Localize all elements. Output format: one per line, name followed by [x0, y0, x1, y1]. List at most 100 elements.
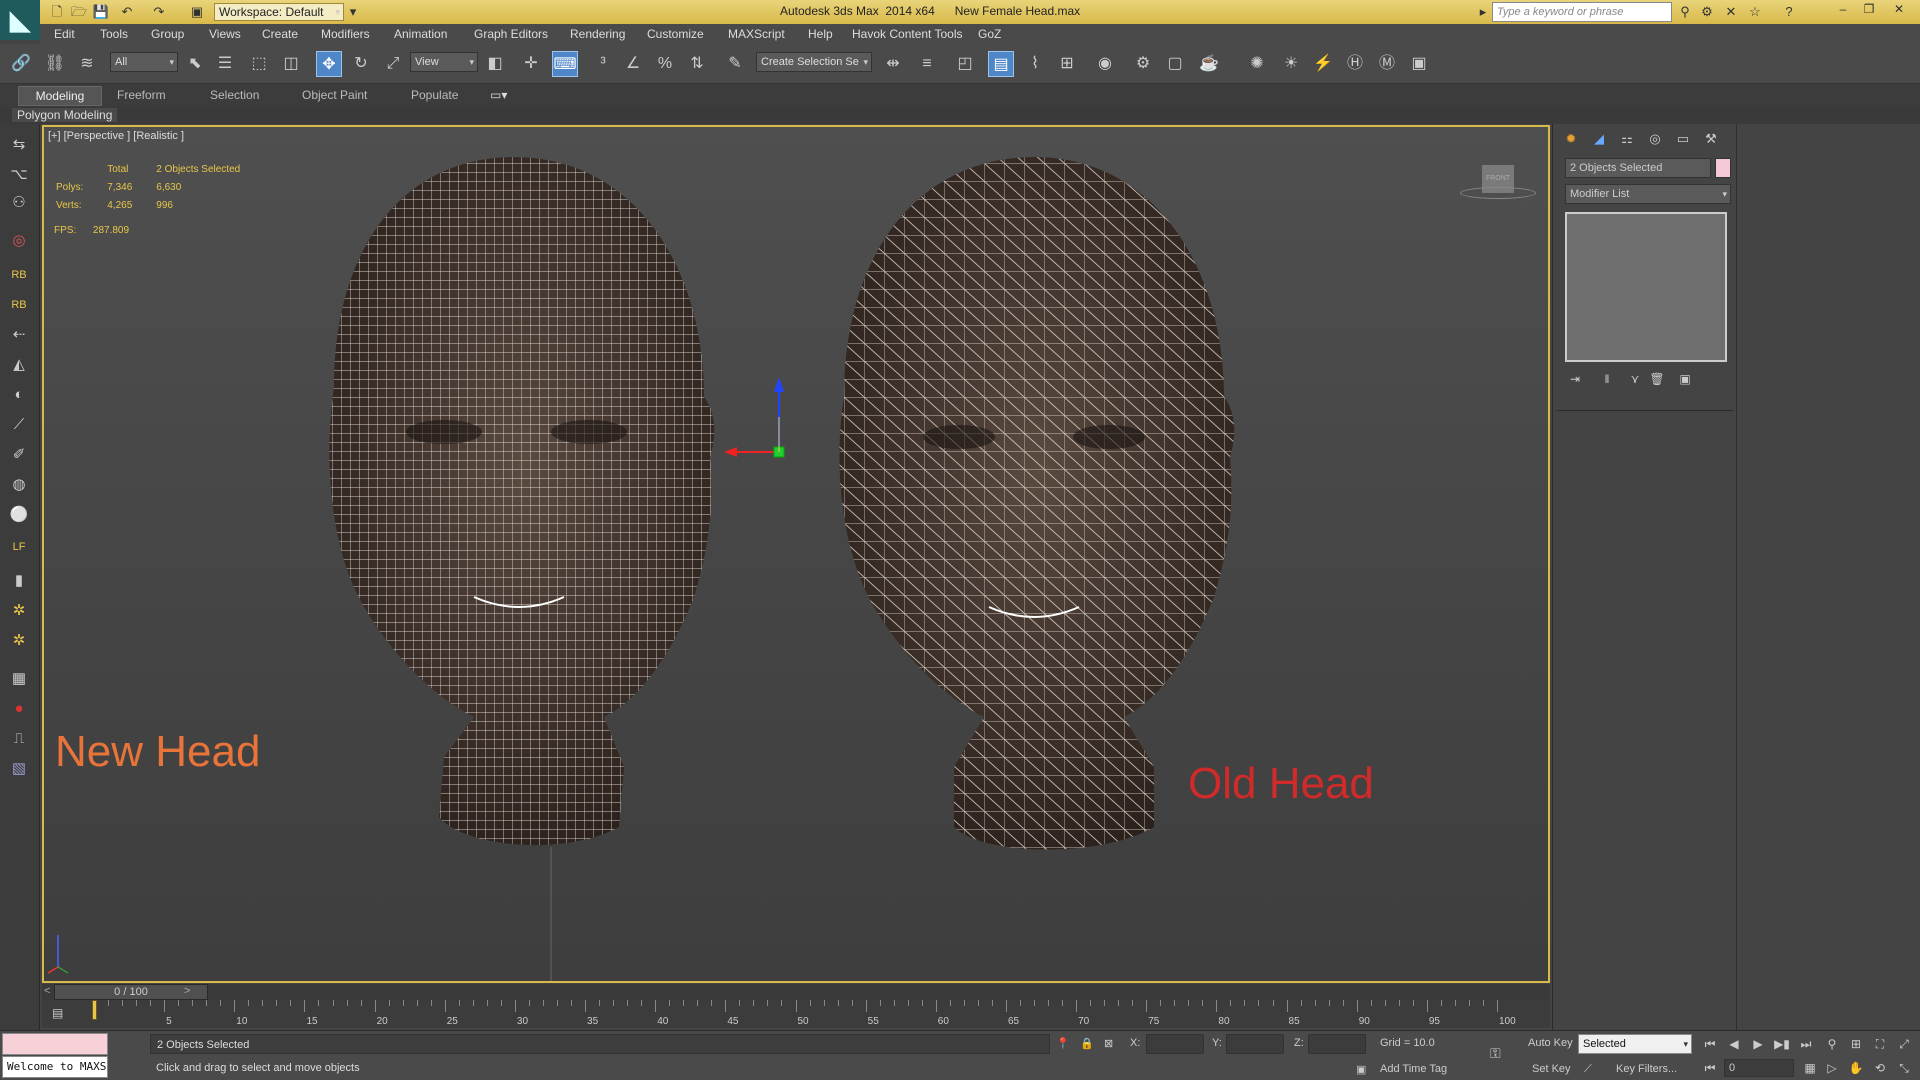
hierarchy-tab-icon[interactable]: ⚏: [1615, 128, 1639, 150]
angle-snap-icon[interactable]: ∠: [620, 51, 646, 77]
cloth-icon[interactable]: ◭: [6, 352, 32, 378]
havok-icon-4[interactable]: Ⓜ: [1374, 51, 1400, 77]
modify-tab-icon[interactable]: ◢: [1587, 128, 1611, 150]
ribbon-options-icon[interactable]: ▭▾: [490, 88, 507, 102]
select-link-icon[interactable]: ⇆: [6, 132, 32, 158]
motion-tab-icon[interactable]: ◎: [1643, 128, 1667, 150]
key-filter-curve-icon[interactable]: ⟋: [1584, 1063, 1592, 1076]
track-bar[interactable]: ▤ 5 10 15 20 25 30 35 40 45 50 55 60 65 70 75 80 85 90 95 1…: [42, 1000, 1550, 1028]
rope-icon[interactable]: ⟋: [6, 412, 32, 438]
isolate-selection-icon[interactable]: 📍: [1056, 1037, 1070, 1050]
time-tag-icon[interactable]: ▣: [1356, 1063, 1366, 1076]
tab-object-paint[interactable]: Object Paint: [302, 88, 367, 102]
link-icon[interactable]: 🔗: [8, 51, 34, 77]
manipulate-icon[interactable]: ✛: [518, 51, 544, 77]
zoom-all-icon[interactable]: ⊞: [1846, 1035, 1866, 1053]
motor-icon[interactable]: ▮: [6, 568, 32, 594]
select-by-name-icon[interactable]: ☰: [212, 51, 238, 77]
time-slider-prev-icon[interactable]: <: [44, 985, 50, 997]
set-key-icon[interactable]: ⚿: [1490, 1045, 1501, 1062]
menu-edit[interactable]: Edit: [54, 27, 75, 41]
maxscript-listener-input[interactable]: [2, 1033, 108, 1055]
deforming-mesh-icon[interactable]: ✐: [6, 442, 32, 468]
curve-editor-icon[interactable]: ⌇: [1022, 51, 1048, 77]
reactor-icon[interactable]: ◎: [6, 228, 32, 254]
mirror-icon[interactable]: ⇹: [880, 51, 906, 77]
app-logo-icon[interactable]: ◣: [0, 0, 40, 40]
modifier-stack[interactable]: [1565, 212, 1727, 362]
menu-views[interactable]: Views: [209, 27, 241, 41]
reference-coordinate-dropdown[interactable]: View ▾: [410, 52, 478, 72]
menu-help[interactable]: Help: [808, 27, 833, 41]
window-crossing-icon[interactable]: ◫: [278, 51, 304, 77]
menu-havok-content-tools[interactable]: Havok Content Tools: [852, 27, 963, 41]
tab-freeform[interactable]: Freeform: [117, 88, 166, 102]
utility-icon[interactable]: ▧: [6, 756, 32, 782]
viewcube-compass[interactable]: [1460, 187, 1536, 199]
key-mode-toggle-icon[interactable]: ⏮: [1700, 1059, 1720, 1077]
make-unique-icon[interactable]: ⋎: [1625, 370, 1645, 388]
rigid-body-icon[interactable]: RB: [6, 262, 32, 288]
schematic-view-icon[interactable]: ⊞: [1054, 51, 1080, 77]
selection-lock-icon[interactable]: 🔒: [1080, 1037, 1094, 1050]
analyze-world-icon[interactable]: ●: [6, 696, 32, 722]
menu-animation[interactable]: Animation: [394, 27, 447, 41]
havok-icon-2[interactable]: ⚡: [1310, 51, 1336, 77]
layer-explorer-icon[interactable]: ◰: [952, 51, 978, 77]
display-tab-icon[interactable]: ▭: [1671, 128, 1695, 150]
rectangular-selection-icon[interactable]: ⬚: [246, 51, 272, 77]
current-frame-field[interactable]: 0: [1724, 1059, 1794, 1077]
select-and-scale-icon[interactable]: ⤢: [380, 51, 406, 77]
previous-frame-icon[interactable]: ◀: [1724, 1035, 1744, 1053]
pivot-center-icon[interactable]: ◧: [482, 51, 508, 77]
redo-icon[interactable]: ↷: [150, 3, 168, 21]
show-end-result-icon[interactable]: ‖: [1597, 370, 1617, 388]
selection-filter-dropdown[interactable]: All ▾: [110, 52, 178, 72]
menu-create[interactable]: Create: [262, 27, 298, 41]
maxscript-output[interactable]: Welcome to MAXScrip: [2, 1056, 108, 1078]
search-input[interactable]: Type a keyword or phrase: [1492, 2, 1672, 22]
select-object-icon[interactable]: ⬉: [182, 51, 208, 77]
tab-selection[interactable]: Selection: [210, 88, 259, 102]
plane-icon[interactable]: ◍: [6, 472, 32, 498]
x-coord-field[interactable]: [1146, 1034, 1204, 1054]
y-coord-field[interactable]: [1226, 1034, 1284, 1054]
expand-icon[interactable]: ▸: [1474, 3, 1492, 21]
time-config-icon[interactable]: ▦: [1800, 1059, 1820, 1077]
save-icon[interactable]: 💾: [92, 3, 110, 21]
linear-force-icon[interactable]: LF: [6, 534, 32, 560]
named-selection-dropdown[interactable]: Create Selection Se ▾: [756, 52, 872, 72]
restore-button[interactable]: ❐: [1858, 0, 1880, 18]
bind-space-warp-icon[interactable]: ≋: [74, 51, 100, 77]
keyboard-shortcut-override-icon[interactable]: ⌨: [552, 51, 578, 77]
field-of-view-icon[interactable]: ▷: [1822, 1059, 1842, 1077]
align-icon[interactable]: ≡: [914, 51, 940, 77]
menu-goz[interactable]: GoZ: [978, 27, 1001, 41]
select-and-rotate-icon[interactable]: ↻: [348, 51, 374, 77]
menu-graph-editors[interactable]: Graph Editors: [474, 27, 548, 41]
render-setup-icon[interactable]: ⚙: [1130, 51, 1156, 77]
rendered-frame-window-icon[interactable]: ▢: [1162, 51, 1188, 77]
menu-group[interactable]: Group: [151, 27, 184, 41]
subscription-icon[interactable]: ⚙: [1698, 3, 1716, 21]
create-tab-icon[interactable]: ✹: [1559, 128, 1583, 150]
menu-customize[interactable]: Customize: [647, 27, 704, 41]
communication-icon[interactable]: ✕: [1722, 3, 1740, 21]
havok-icon-3[interactable]: Ⓗ: [1342, 51, 1368, 77]
new-file-icon[interactable]: 🗋: [48, 3, 66, 21]
edit-named-selections-icon[interactable]: ✎: [722, 51, 748, 77]
hierarchy-icon[interactable]: ⚇: [6, 190, 32, 216]
viewport-label-menu[interactable]: [+] [Perspective ] [Realistic ]: [48, 130, 184, 142]
pin-stack-icon[interactable]: ⇥: [1565, 370, 1585, 388]
pan-view-icon[interactable]: ✋: [1846, 1059, 1866, 1077]
minimize-button[interactable]: –: [1832, 0, 1854, 18]
favorites-star-icon[interactable]: ☆: [1746, 3, 1764, 21]
play-icon[interactable]: ▶: [1748, 1035, 1768, 1053]
go-to-end-icon[interactable]: ⏭: [1796, 1035, 1816, 1053]
create-animation-icon[interactable]: ⎍: [6, 726, 32, 752]
object-name-field[interactable]: 2 Objects Selected: [1565, 158, 1711, 178]
render-production-icon[interactable]: ☕: [1196, 51, 1222, 77]
toy-car-icon[interactable]: ✲: [6, 628, 32, 654]
go-to-start-icon[interactable]: ⏮: [1700, 1035, 1720, 1053]
orbit-icon[interactable]: ⟲: [1870, 1059, 1890, 1077]
